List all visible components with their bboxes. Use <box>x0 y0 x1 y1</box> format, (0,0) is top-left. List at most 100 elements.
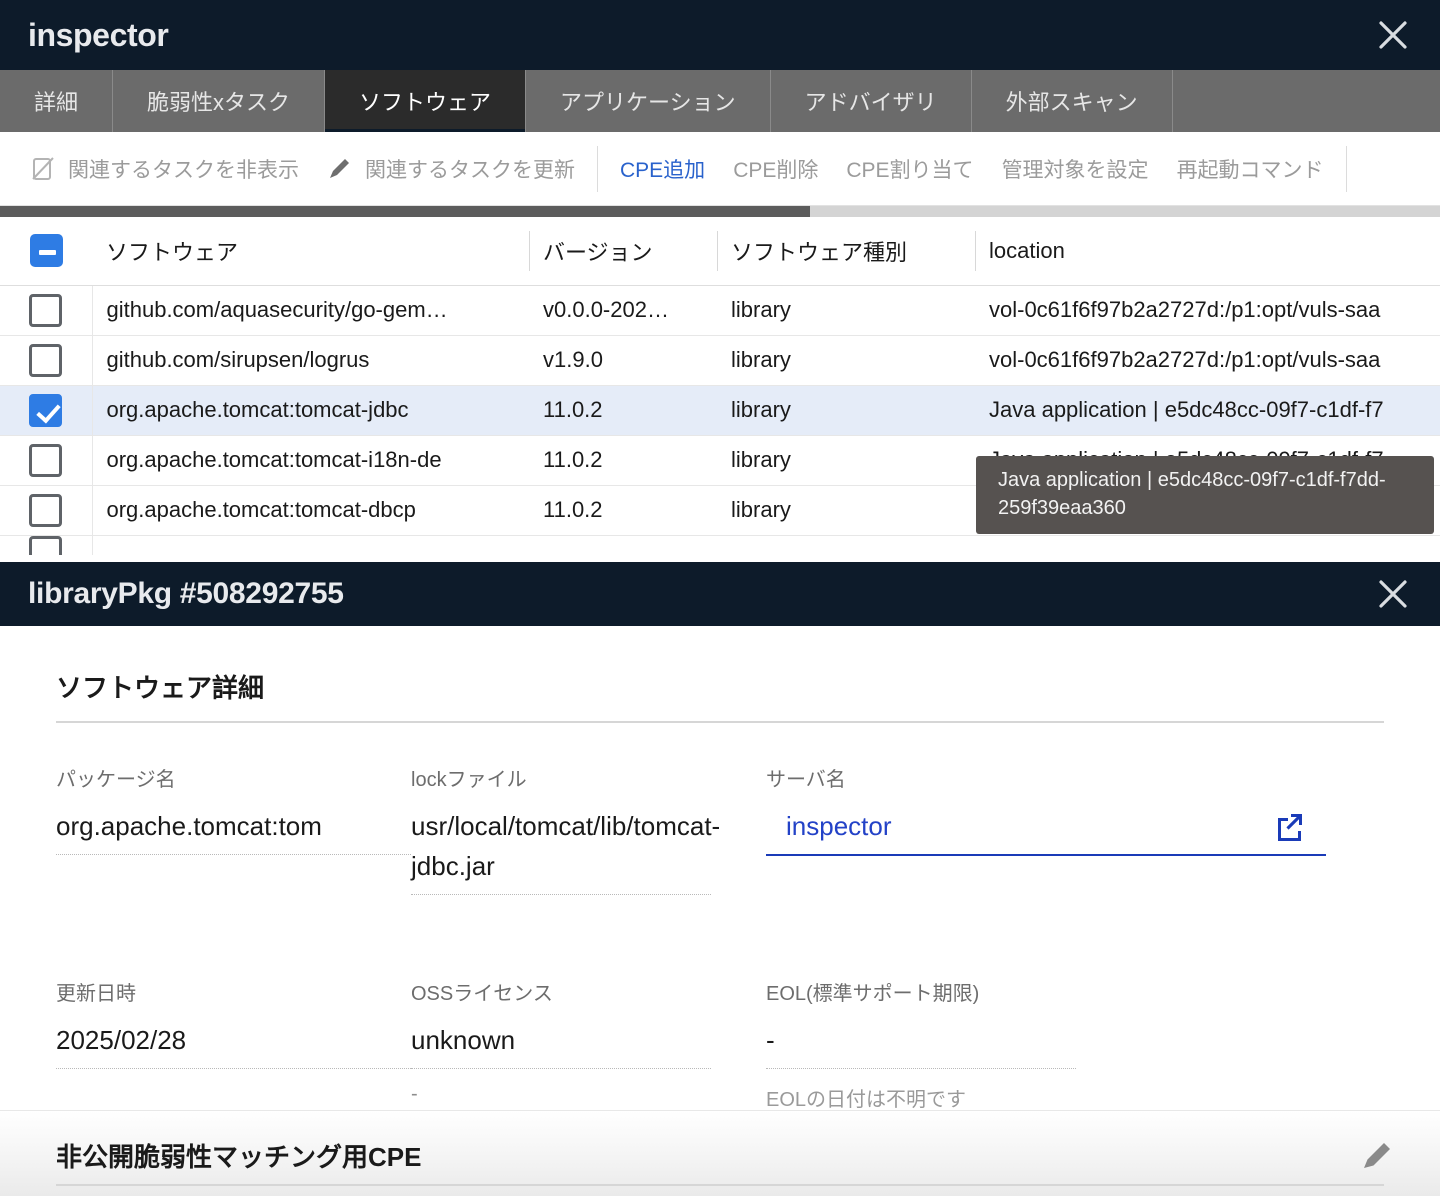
field-eol: EOL(標準サポート期限) - EOLの日付は不明です <box>766 977 1121 1112</box>
tab-label: アドバイザリ <box>805 85 937 117</box>
tab-vuln-task[interactable]: 脆弱性xタスク <box>113 70 325 132</box>
field-oss-license: OSSライセンス unknown - <box>411 977 766 1112</box>
tab-application[interactable]: アプリケーション <box>526 70 771 132</box>
row-checkbox[interactable] <box>29 344 62 377</box>
row-checkbox[interactable] <box>29 444 62 477</box>
field-value[interactable]: unknown <box>411 1020 711 1069</box>
toolbar-divider <box>597 146 598 192</box>
restart-command-button[interactable]: 再起動コマンド <box>1163 154 1338 184</box>
cell-version: 11.0.2 <box>529 385 717 435</box>
field-value[interactable]: usr/local/tomcat/lib/tomcat-jdbc.jar <box>411 806 711 895</box>
row-select-cell <box>0 285 92 335</box>
cpe-add-button[interactable]: CPE追加 <box>606 154 719 184</box>
cell-version <box>529 535 717 555</box>
row-checkbox[interactable] <box>29 394 62 427</box>
cpe-delete-button[interactable]: CPE削除 <box>719 154 832 184</box>
table-row[interactable]: github.com/aquasecurity/go-gem… v0.0.0-2… <box>0 285 1440 335</box>
external-link-icon[interactable] <box>1274 810 1306 842</box>
column-header-software[interactable]: ソフトウェア <box>92 217 529 285</box>
field-label: サーバ名 <box>766 763 1326 792</box>
update-related-tasks-label: 関連するタスクを更新 <box>365 154 575 184</box>
page-title: inspector <box>28 17 168 54</box>
close-icon[interactable] <box>1376 18 1410 52</box>
tab-external-scan[interactable]: 外部スキャン <box>972 70 1173 132</box>
private-vuln-cpe-section: 非公開脆弱性マッチング用CPE <box>0 1110 1440 1196</box>
scrollbar-thumb[interactable] <box>0 206 810 217</box>
horizontal-scrollbar[interactable] <box>0 206 1440 217</box>
row-select-cell <box>0 485 92 535</box>
tab-label: 詳細 <box>34 85 78 117</box>
row-select-cell <box>0 385 92 435</box>
cell-version: v1.9.0 <box>529 335 717 385</box>
section-divider <box>56 721 1384 723</box>
cell-location: vol-0c61f6f97b2a2727d:/p1:opt/vuls-saa <box>975 335 1440 385</box>
field-value[interactable]: org.apache.tomcat:tom <box>56 806 411 855</box>
cell-version: 11.0.2 <box>529 435 717 485</box>
tab-details[interactable]: 詳細 <box>0 70 113 132</box>
row-checkbox[interactable] <box>29 536 62 556</box>
window-titlebar: inspector <box>0 0 1440 70</box>
cell-type: library <box>717 335 975 385</box>
toolbar-divider-end <box>1346 146 1347 192</box>
cell-type: library <box>717 435 975 485</box>
table-row-partial[interactable] <box>0 535 1440 555</box>
pencil-icon[interactable] <box>1360 1137 1396 1173</box>
hide-related-tasks-button[interactable]: 関連するタスクを非表示 <box>16 154 313 184</box>
server-name-link[interactable]: inspector <box>786 806 892 846</box>
table-row[interactable]: github.com/sirupsen/logrus v1.9.0 librar… <box>0 335 1440 385</box>
set-managed-target-button[interactable]: 管理対象を設定 <box>988 154 1163 184</box>
field-value[interactable]: - <box>766 1020 1076 1069</box>
tab-label: 脆弱性xタスク <box>147 85 290 117</box>
select-all-checkbox[interactable] <box>30 234 63 267</box>
update-related-tasks-button[interactable]: 関連するタスクを更新 <box>313 154 589 184</box>
tab-bar: 詳細 脆弱性xタスク ソフトウェア アプリケーション アドバイザリ 外部スキャン <box>0 70 1440 132</box>
private-vuln-cpe-heading: 非公開脆弱性マッチング用CPE <box>56 1137 421 1174</box>
cpe-add-label: CPE追加 <box>620 154 705 184</box>
field-value[interactable]: 2025/02/28 <box>56 1020 411 1069</box>
location-tooltip: Java application | e5dc48cc-09f7-c1df-f7… <box>976 456 1434 534</box>
restart-command-label: 再起動コマンド <box>1177 154 1324 184</box>
field-package-name: パッケージ名 org.apache.tomcat:tom <box>56 763 411 895</box>
cell-type <box>717 535 975 555</box>
column-header-location[interactable]: location <box>975 217 1440 285</box>
cell-type: library <box>717 485 975 535</box>
cell-software: github.com/sirupsen/logrus <box>92 335 529 385</box>
column-header-version[interactable]: バージョン <box>529 217 717 285</box>
cell-version: 11.0.2 <box>529 485 717 535</box>
select-all-cell <box>0 217 92 285</box>
table-row-selected[interactable]: org.apache.tomcat:tomcat-jdbc 11.0.2 lib… <box>0 385 1440 435</box>
field-updated-at: 更新日時 2025/02/28 <box>56 977 411 1112</box>
column-header-type[interactable]: ソフトウェア種別 <box>717 217 975 285</box>
set-managed-target-label: 管理対象を設定 <box>1002 154 1149 184</box>
table-header-row: ソフトウェア バージョン ソフトウェア種別 location <box>0 217 1440 285</box>
field-label: 更新日時 <box>56 977 411 1006</box>
row-checkbox[interactable] <box>29 494 62 527</box>
field-helper-text: EOLの日付は不明です <box>766 1083 1121 1112</box>
detail-panel-body: ソフトウェア詳細 パッケージ名 org.apache.tomcat:tom lo… <box>0 626 1440 1196</box>
tab-label: アプリケーション <box>560 85 736 117</box>
field-lock-file: lockファイル usr/local/tomcat/lib/tomcat-jdb… <box>411 763 766 895</box>
tab-label: ソフトウェア <box>359 85 491 117</box>
cell-software: org.apache.tomcat:tomcat-dbcp <box>92 485 529 535</box>
cell-software: github.com/aquasecurity/go-gem… <box>92 285 529 335</box>
row-select-cell <box>0 535 92 555</box>
field-label: EOL(標準サポート期限) <box>766 977 1121 1006</box>
detail-fields-row-1: パッケージ名 org.apache.tomcat:tom lockファイル us… <box>56 763 1386 895</box>
tab-advisory[interactable]: アドバイザリ <box>771 70 972 132</box>
detail-panel-title: libraryPkg #508292755 <box>28 577 344 611</box>
action-toolbar: 関連するタスクを非表示 関連するタスクを更新 CPE追加 CPE削除 CPE割り… <box>0 132 1440 206</box>
section-divider <box>56 1184 1384 1186</box>
tab-label: 外部スキャン <box>1006 85 1138 117</box>
row-checkbox[interactable] <box>29 294 62 327</box>
field-helper-text: - <box>411 1083 766 1106</box>
cpe-assign-button[interactable]: CPE割り当て <box>832 154 987 184</box>
cpe-assign-label: CPE割り当て <box>846 154 973 184</box>
field-server-name: サーバ名 inspector <box>766 763 1326 895</box>
tab-software[interactable]: ソフトウェア <box>325 70 526 132</box>
detail-panel-header: libraryPkg #508292755 <box>0 562 1440 626</box>
cell-software: org.apache.tomcat:tomcat-jdbc <box>92 385 529 435</box>
cell-type: library <box>717 385 975 435</box>
hide-task-icon <box>30 156 56 182</box>
detail-close-icon[interactable] <box>1376 577 1410 611</box>
hide-related-tasks-label: 関連するタスクを非表示 <box>68 154 299 184</box>
